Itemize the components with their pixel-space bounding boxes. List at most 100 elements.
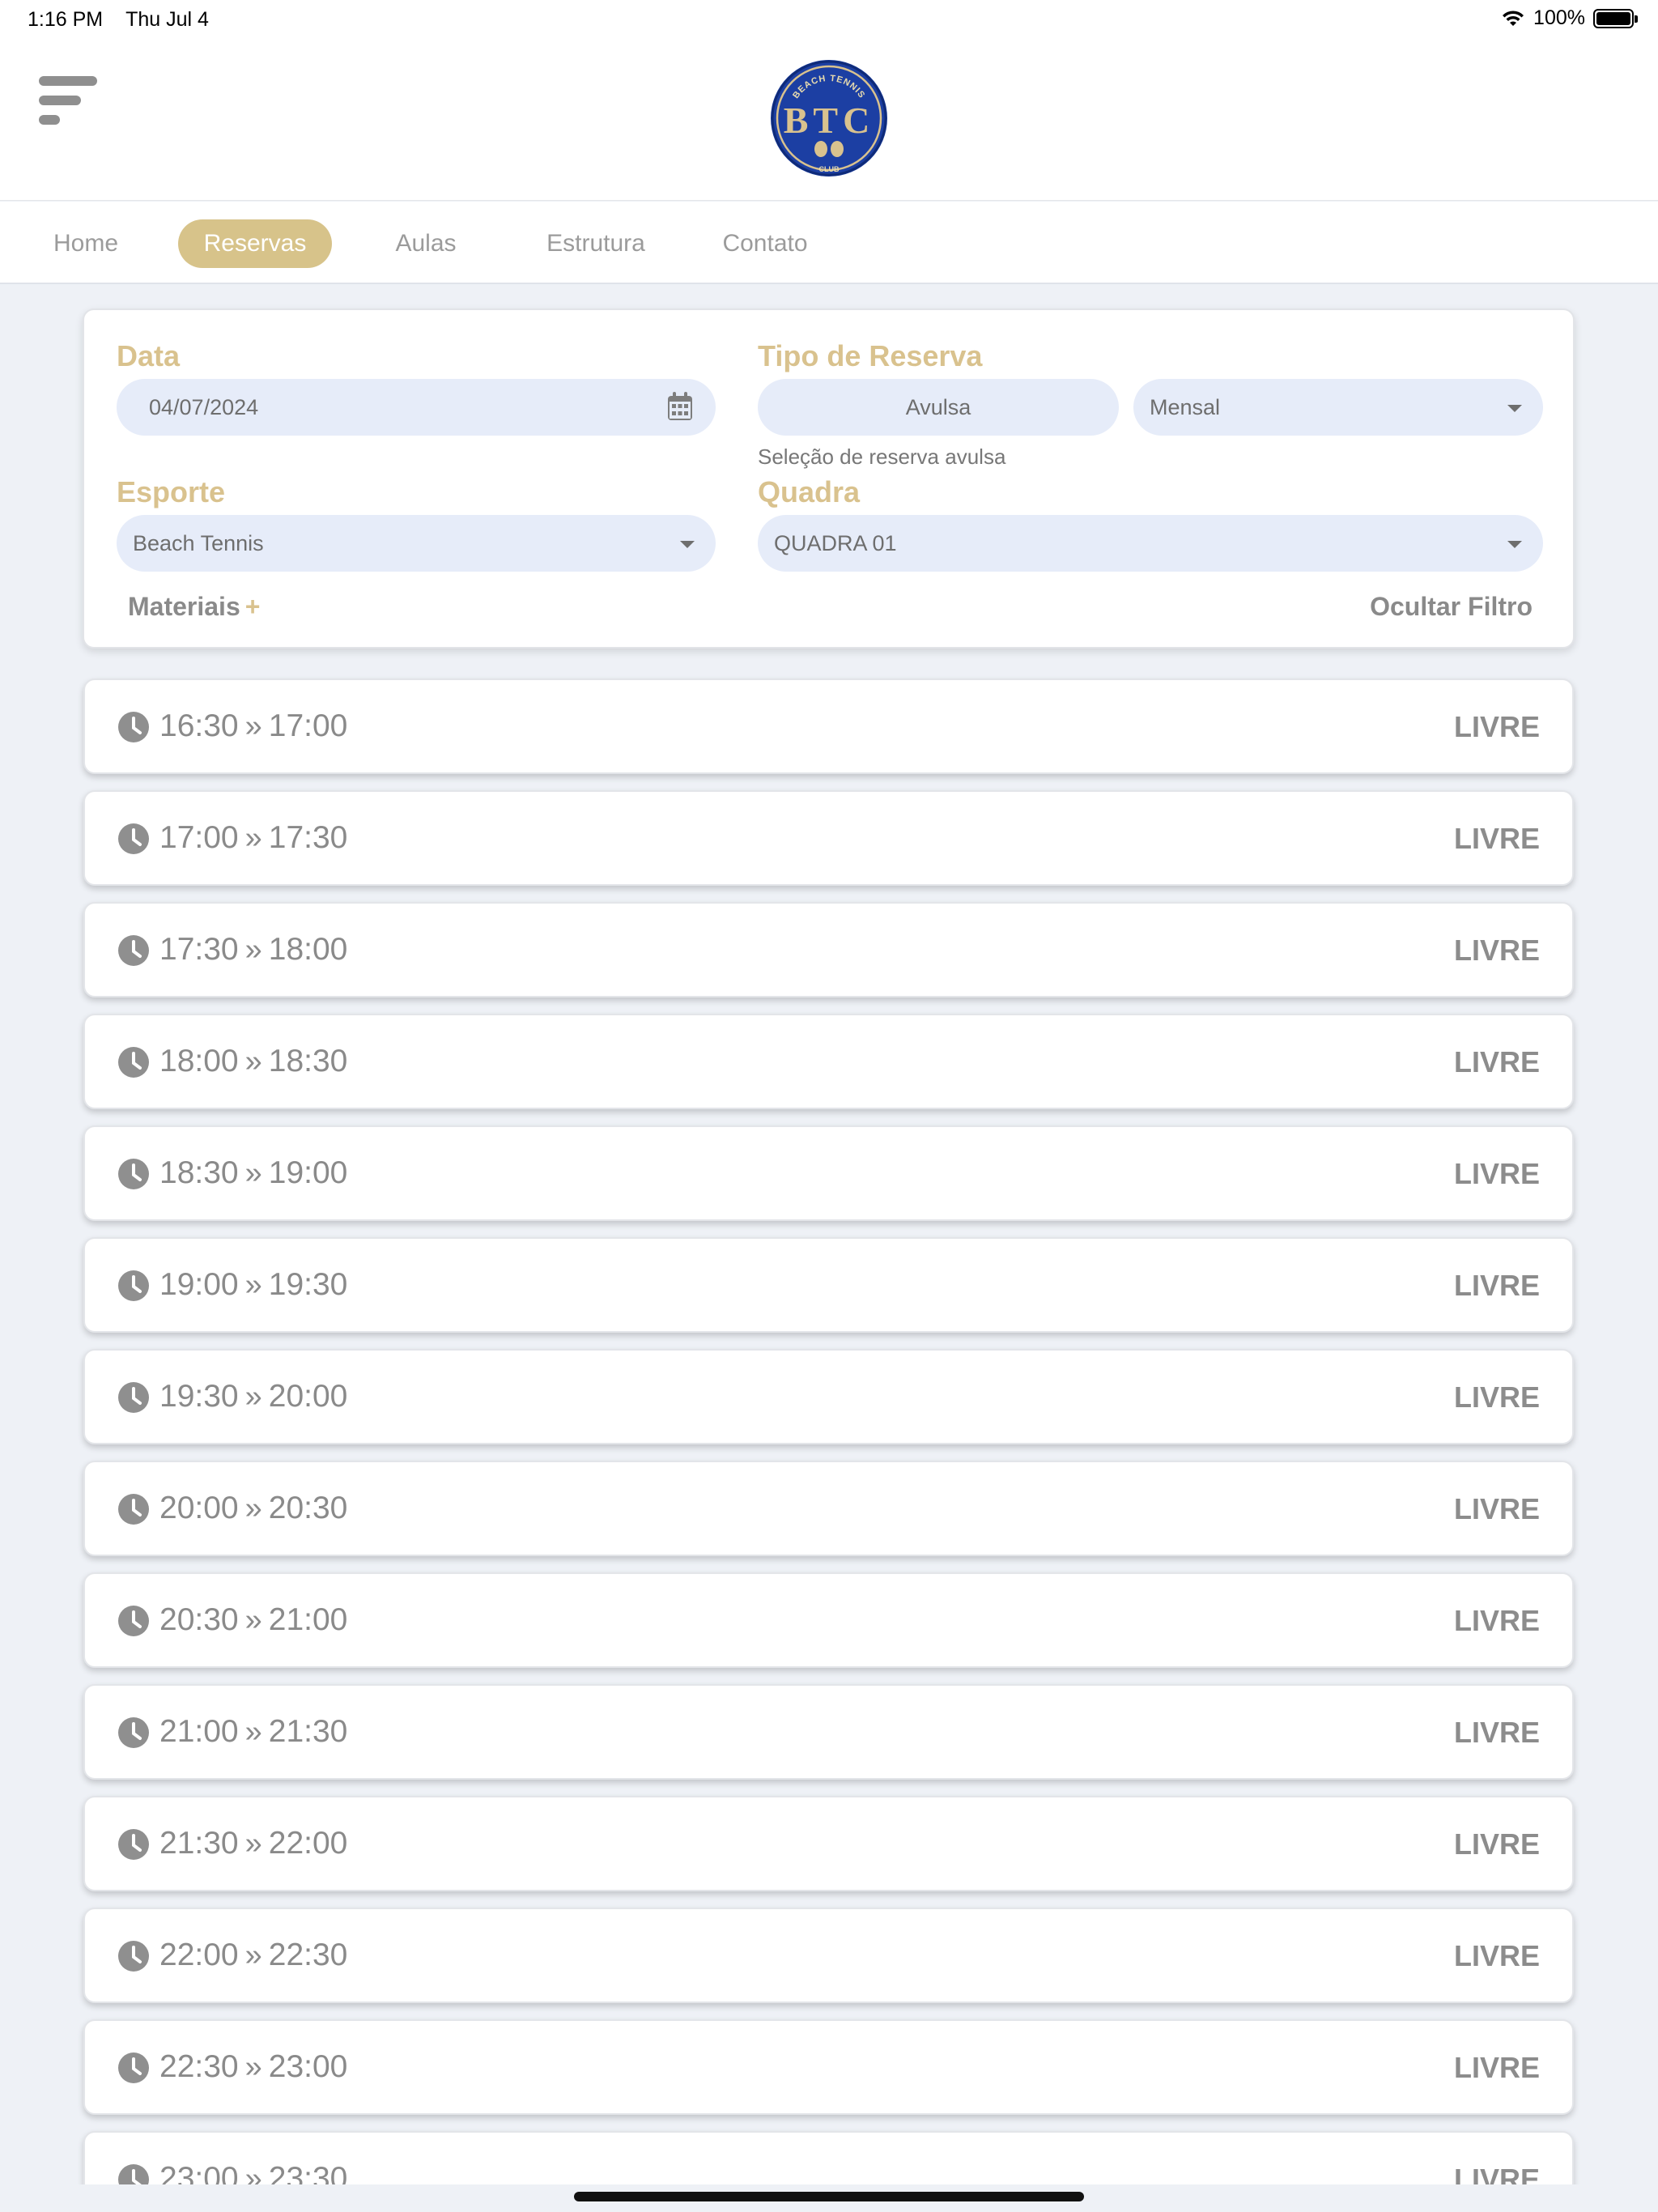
double-chevron-icon: » bbox=[244, 1268, 262, 1302]
slot-end: 22:30 bbox=[268, 1938, 348, 1972]
tab-contato[interactable]: Contato bbox=[704, 219, 826, 268]
menu-icon[interactable] bbox=[39, 76, 99, 133]
tipo-mensal-select[interactable]: Mensal bbox=[1133, 379, 1543, 436]
tab-reservas[interactable]: Reservas bbox=[178, 219, 332, 268]
time-slot-row[interactable]: 19:00» 19:30 LIVRE bbox=[83, 1237, 1574, 1333]
slot-time: 18:00» 18:30 bbox=[159, 1044, 347, 1079]
slot-time: 19:30» 20:00 bbox=[159, 1379, 347, 1414]
time-slot-row[interactable]: 16:30» 17:00 LIVRE bbox=[83, 678, 1574, 774]
slot-start: 17:30 bbox=[159, 932, 239, 967]
time-slot-row[interactable]: 17:30» 18:00 LIVRE bbox=[83, 902, 1574, 998]
materiais-label: Materiais bbox=[128, 592, 240, 621]
slot-status: LIVRE bbox=[1453, 1045, 1540, 1078]
slot-time: 17:30» 18:00 bbox=[159, 932, 347, 968]
time-slot-row[interactable]: 19:30» 20:00 LIVRE bbox=[83, 1349, 1574, 1444]
home-indicator[interactable] bbox=[574, 2192, 1084, 2201]
time-slot-row[interactable]: 18:00» 18:30 LIVRE bbox=[83, 1014, 1574, 1109]
app-header: BEACH TENNIS BTC CLUB bbox=[0, 39, 1658, 201]
materiais-button[interactable]: Materiais + bbox=[128, 592, 260, 622]
time-slot-row[interactable]: 20:00» 20:30 LIVRE bbox=[83, 1461, 1574, 1556]
slot-status: LIVRE bbox=[1453, 1380, 1540, 1414]
slot-status: LIVRE bbox=[1453, 1157, 1540, 1190]
status-right: 100% bbox=[1501, 6, 1638, 30]
chevron-down-icon bbox=[1507, 541, 1522, 548]
date-value: 04/07/2024 bbox=[149, 394, 259, 419]
double-chevron-icon: » bbox=[244, 1827, 262, 1861]
tipo-mensal-label: Mensal bbox=[1150, 394, 1221, 419]
slot-start: 20:30 bbox=[159, 1602, 239, 1637]
slot-time: 19:00» 19:30 bbox=[159, 1267, 347, 1303]
slot-time: 22:30» 23:00 bbox=[159, 2049, 347, 2085]
slot-status: LIVRE bbox=[1453, 1604, 1540, 1637]
battery-icon bbox=[1593, 8, 1638, 28]
quadra-label: Quadra bbox=[758, 475, 861, 508]
slot-status: LIVRE bbox=[1453, 1492, 1540, 1525]
esporte-label: Esporte bbox=[117, 475, 226, 508]
time-slot-row[interactable]: 18:30» 19:00 LIVRE bbox=[83, 1125, 1574, 1221]
slot-start: 18:00 bbox=[159, 1044, 239, 1078]
slot-start: 19:30 bbox=[159, 1379, 239, 1414]
time-slot-row[interactable]: 22:30» 23:00 LIVRE bbox=[83, 2019, 1574, 2115]
date-field[interactable]: 04/07/2024 bbox=[117, 379, 716, 436]
slot-time: 17:00» 17:30 bbox=[159, 820, 347, 856]
double-chevron-icon: » bbox=[244, 821, 262, 855]
slot-end: 21:30 bbox=[268, 1714, 348, 1749]
clock-icon bbox=[118, 1382, 149, 1413]
clock-icon bbox=[118, 712, 149, 742]
esporte-value: Beach Tennis bbox=[133, 530, 264, 555]
slot-start: 20:00 bbox=[159, 1491, 239, 1525]
slot-start: 19:00 bbox=[159, 1267, 239, 1302]
clock-icon bbox=[118, 1494, 149, 1525]
logo-bottom-text: CLUB bbox=[819, 165, 840, 173]
slot-status: LIVRE bbox=[1453, 934, 1540, 967]
tab-estrutura[interactable]: Estrutura bbox=[526, 219, 665, 268]
slot-status: LIVRE bbox=[1453, 710, 1540, 743]
chevron-down-icon bbox=[680, 541, 695, 548]
double-chevron-icon: » bbox=[244, 1715, 262, 1749]
slot-time: 21:30» 22:00 bbox=[159, 1826, 347, 1861]
data-label: Data bbox=[117, 339, 181, 372]
esporte-select[interactable]: Beach Tennis bbox=[117, 515, 716, 572]
clock-icon bbox=[118, 2052, 149, 2083]
slot-status: LIVRE bbox=[1453, 1827, 1540, 1861]
clock-icon bbox=[118, 935, 149, 966]
clock-icon bbox=[118, 1159, 149, 1189]
slot-end: 17:00 bbox=[268, 708, 348, 743]
double-chevron-icon: » bbox=[244, 1938, 262, 1972]
ocultar-filtro-button[interactable]: Ocultar Filtro bbox=[1370, 592, 1533, 622]
slot-time: 16:30» 17:00 bbox=[159, 708, 347, 744]
time-slot-row[interactable]: 17:00» 17:30 LIVRE bbox=[83, 790, 1574, 886]
tab-home[interactable]: Home bbox=[36, 219, 136, 268]
time-slot-row[interactable]: 21:00» 21:30 LIVRE bbox=[83, 1684, 1574, 1780]
slot-end: 23:00 bbox=[268, 2049, 348, 2084]
slot-end: 20:00 bbox=[268, 1379, 348, 1414]
time-slot-row[interactable]: 20:30» 21:00 LIVRE bbox=[83, 1572, 1574, 1668]
slot-start: 21:30 bbox=[159, 1826, 239, 1861]
slot-start: 17:00 bbox=[159, 820, 239, 855]
double-chevron-icon: » bbox=[244, 1044, 262, 1078]
tab-aulas[interactable]: Aulas bbox=[376, 219, 476, 268]
slot-start: 18:30 bbox=[159, 1155, 239, 1190]
quadra-select[interactable]: QUADRA 01 bbox=[758, 515, 1543, 572]
slot-time: 22:00» 22:30 bbox=[159, 1938, 347, 1973]
slot-time: 21:00» 21:30 bbox=[159, 1714, 347, 1750]
time-slot-row[interactable]: 22:00» 22:30 LIVRE bbox=[83, 1908, 1574, 2003]
double-chevron-icon: » bbox=[244, 709, 262, 743]
slot-start: 21:00 bbox=[159, 1714, 239, 1749]
tipo-reserva-label: Tipo de Reserva bbox=[758, 339, 983, 372]
logo-letters: BTC bbox=[784, 100, 875, 141]
double-chevron-icon: » bbox=[244, 933, 262, 967]
slot-time: 18:30» 19:00 bbox=[159, 1155, 347, 1191]
slot-end: 21:00 bbox=[268, 1602, 348, 1637]
tipo-avulsa-button[interactable]: Avulsa bbox=[758, 379, 1119, 436]
double-chevron-icon: » bbox=[244, 1156, 262, 1190]
clock-icon bbox=[118, 1941, 149, 1972]
club-logo: BEACH TENNIS BTC CLUB bbox=[771, 60, 887, 177]
chevron-down-icon bbox=[1507, 405, 1522, 412]
slot-start: 22:00 bbox=[159, 1938, 239, 1972]
clock-icon bbox=[118, 1270, 149, 1301]
clock-icon bbox=[118, 823, 149, 854]
status-time: 1:16 PM bbox=[28, 7, 104, 31]
calendar-icon bbox=[668, 392, 692, 420]
time-slot-row[interactable]: 21:30» 22:00 LIVRE bbox=[83, 1796, 1574, 1891]
